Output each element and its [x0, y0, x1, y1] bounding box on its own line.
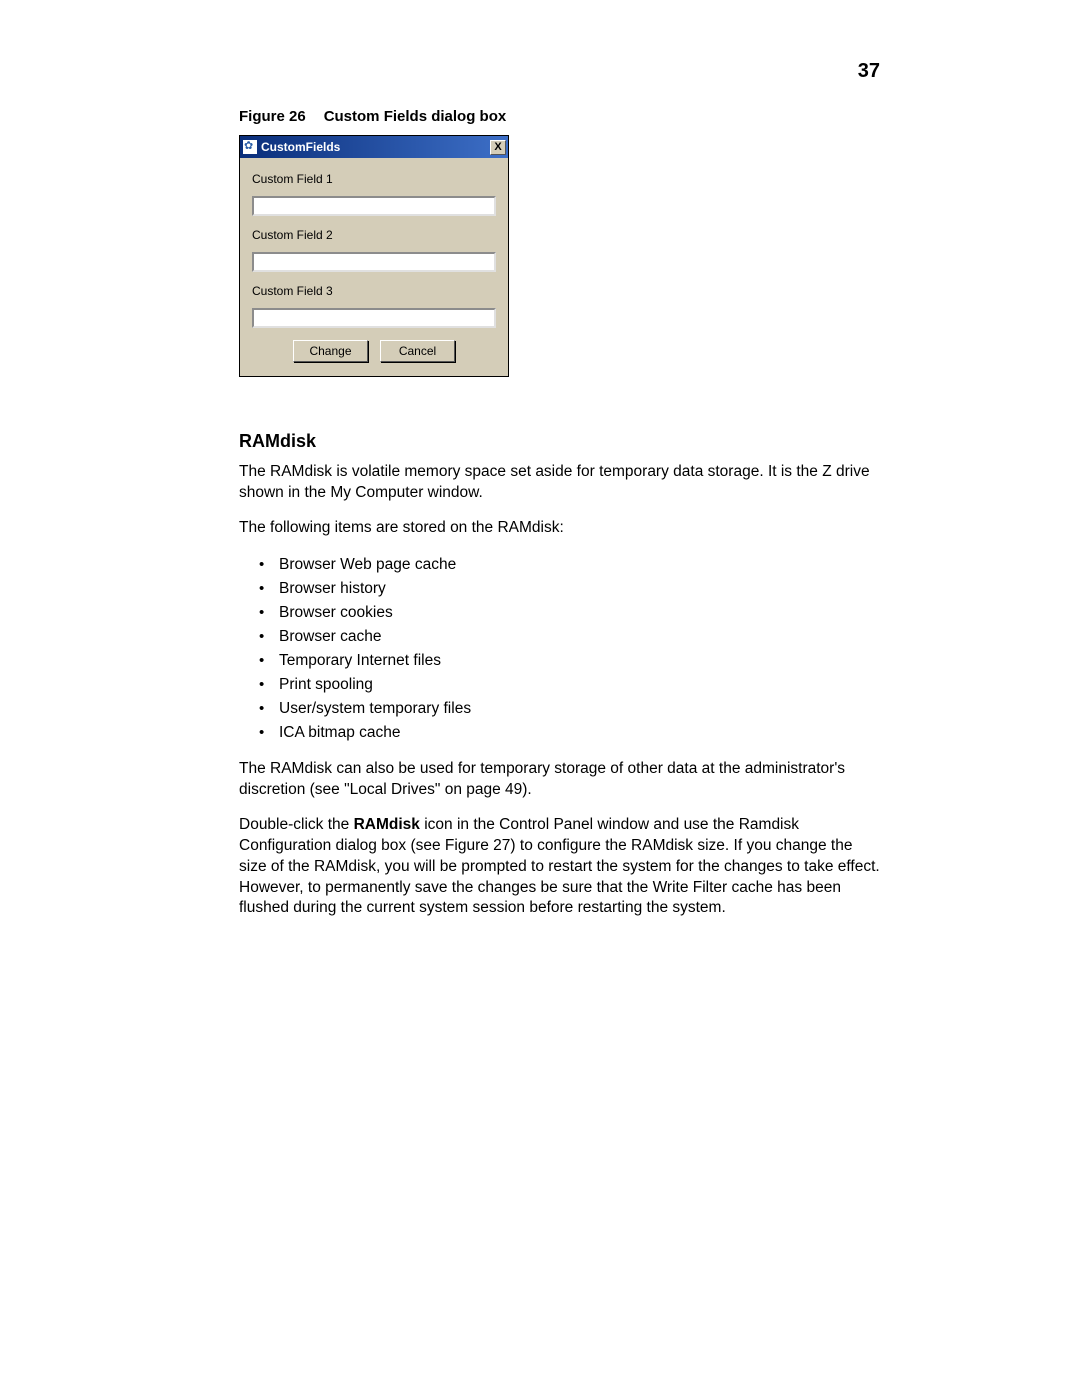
field-label-3: Custom Field 3	[252, 284, 496, 298]
list-item: Print spooling	[279, 673, 884, 697]
titlebar-left: CustomFields	[243, 140, 340, 154]
custom-field-1-input[interactable]	[252, 196, 496, 216]
ramdisk-item-list: Browser Web page cache Browser history B…	[239, 553, 884, 745]
field-group-1: Custom Field 1	[252, 172, 496, 216]
dialog-titlebar: CustomFields X	[240, 136, 508, 158]
list-item: Browser history	[279, 577, 884, 601]
change-button[interactable]: Change	[293, 340, 368, 362]
dialog-button-row: Change Cancel	[252, 340, 496, 362]
cancel-button[interactable]: Cancel	[380, 340, 455, 362]
list-item: ICA bitmap cache	[279, 721, 884, 745]
para-4: Double-click the RAMdisk icon in the Con…	[239, 815, 884, 920]
para-2: The following items are stored on the RA…	[239, 518, 884, 539]
field-label-2: Custom Field 2	[252, 228, 496, 242]
close-button[interactable]: X	[490, 140, 506, 155]
para-4-pre: Double-click the	[239, 816, 354, 833]
list-item: Browser cookies	[279, 601, 884, 625]
field-group-3: Custom Field 3	[252, 284, 496, 328]
figure-title: Custom Fields dialog box	[324, 108, 507, 125]
figure-label: Figure 26	[239, 108, 306, 125]
dialog-title: CustomFields	[261, 140, 340, 154]
list-item: Browser cache	[279, 625, 884, 649]
field-group-2: Custom Field 2	[252, 228, 496, 272]
custom-field-2-input[interactable]	[252, 252, 496, 272]
para-1: The RAMdisk is volatile memory space set…	[239, 462, 884, 504]
custom-field-3-input[interactable]	[252, 308, 496, 328]
para-3: The RAMdisk can also be used for tempora…	[239, 759, 884, 801]
list-item: Temporary Internet files	[279, 649, 884, 673]
app-icon	[243, 140, 257, 154]
figure-caption: Figure 26 Custom Fields dialog box	[239, 108, 884, 125]
list-item: User/system temporary files	[279, 697, 884, 721]
custom-fields-dialog: CustomFields X Custom Field 1 Custom Fie…	[239, 135, 509, 377]
list-item: Browser Web page cache	[279, 553, 884, 577]
para-4-bold: RAMdisk	[354, 816, 420, 833]
page-number: 37	[858, 60, 880, 83]
section-heading-ramdisk: RAMdisk	[239, 431, 884, 452]
page-content: Figure 26 Custom Fields dialog box Custom…	[239, 108, 884, 933]
dialog-body: Custom Field 1 Custom Field 2 Custom Fie…	[240, 158, 508, 376]
field-label-1: Custom Field 1	[252, 172, 496, 186]
